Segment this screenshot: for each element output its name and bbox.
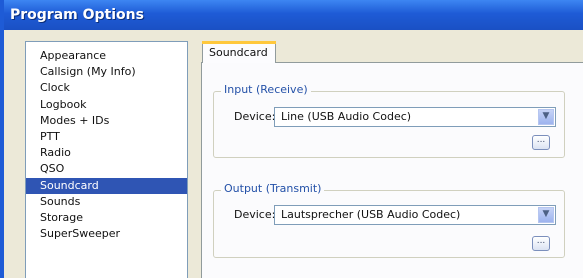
tab-soundcard[interactable]: Soundcard [202,43,276,63]
ellipsis-icon: ... [536,236,546,246]
tab-highlight [202,41,276,44]
list-item-soundcard[interactable]: Soundcard [26,177,187,194]
program-options-window: Program Options Appearance Callsign (My … [0,0,583,278]
options-category-list[interactable]: Appearance Callsign (My Info) Clock Logb… [25,41,188,278]
list-item-qso[interactable]: QSO [26,161,187,177]
list-item-callsign[interactable]: Callsign (My Info) [26,64,187,80]
list-item-sounds[interactable]: Sounds [26,194,187,210]
list-item-supersweeper[interactable]: SuperSweeper [26,226,187,242]
input-device-select[interactable]: Line (USB Audio Codec) ▼ [274,107,556,127]
list-item-clock[interactable]: Clock [26,80,187,96]
list-item-appearance[interactable]: Appearance [26,48,187,64]
window-title: Program Options [10,7,144,23]
input-browse-button[interactable]: ... [532,135,550,150]
input-device-label: Device: [234,110,276,123]
output-device-label: Device: [234,208,276,221]
output-device-select[interactable]: Lautsprecher (USB Audio Codec) ▼ [274,205,556,225]
input-group-legend: Input (Receive) [221,83,311,96]
list-item-radio[interactable]: Radio [26,145,187,161]
input-device-value: Line (USB Audio Codec) [281,110,412,123]
list-item-modes-ids[interactable]: Modes + IDs [26,113,187,129]
list-item-logbook[interactable]: Logbook [26,97,187,113]
list-item-storage[interactable]: Storage [26,210,187,226]
output-browse-button[interactable]: ... [532,236,550,251]
list-item-ptt[interactable]: PTT [26,129,187,145]
output-device-value: Lautsprecher (USB Audio Codec) [281,208,461,221]
output-group-legend: Output (Transmit) [221,182,325,195]
chevron-down-icon[interactable]: ▼ [538,207,554,223]
title-bar[interactable]: Program Options [4,0,583,30]
chevron-down-icon[interactable]: ▼ [538,109,554,125]
ellipsis-icon: ... [536,135,546,145]
